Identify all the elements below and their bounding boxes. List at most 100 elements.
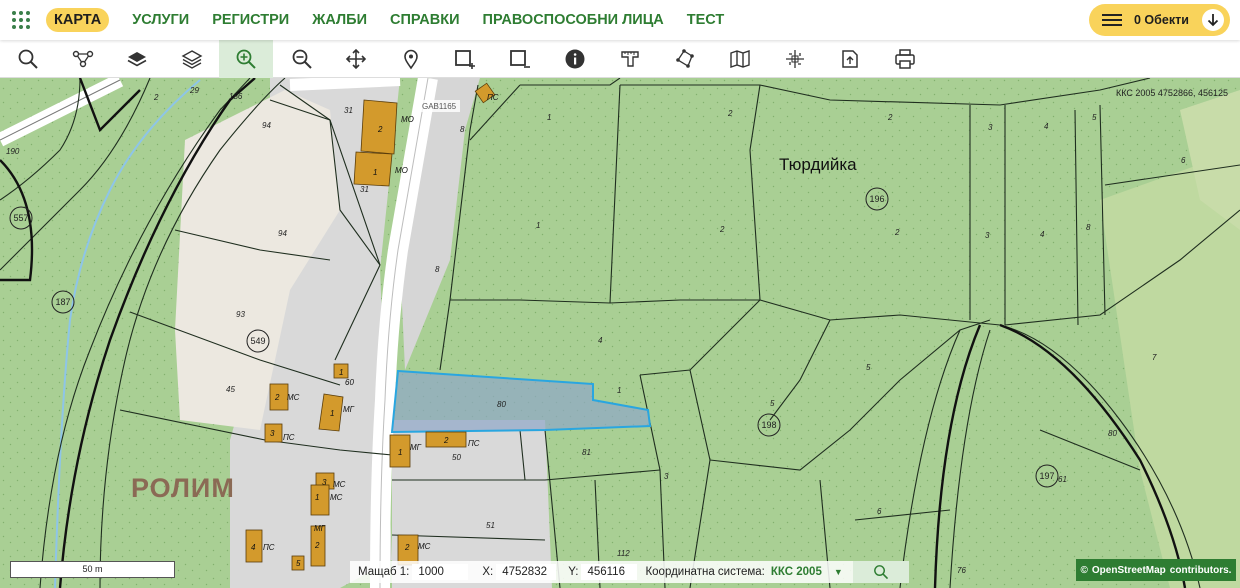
svg-text:2: 2 [894,228,900,237]
circled-label: 549 [250,336,265,346]
select-add-icon [455,50,475,69]
svg-text:ПС: ПС [487,93,499,102]
svg-text:8: 8 [460,125,465,134]
pan-tool[interactable] [329,40,383,78]
print-tool[interactable] [878,40,932,78]
search-icon [873,565,888,580]
svg-text:2: 2 [377,125,383,134]
status-bar: Мащаб 1: 1000 X: 4752832 Y: 456116 Коорд… [350,561,909,583]
svg-text:МГ: МГ [343,405,355,414]
search-tool[interactable] [1,40,55,78]
svg-text:5: 5 [770,399,775,408]
svg-text:8: 8 [1086,223,1091,232]
x-label: X: [482,566,494,578]
svg-text:6: 6 [877,507,882,516]
svg-text:1: 1 [547,113,551,122]
svg-text:МО: МО [395,166,408,175]
svg-text:5: 5 [1092,113,1097,122]
svg-text:31: 31 [360,185,369,194]
measure-tool[interactable] [603,40,657,78]
crosshair-tool[interactable] [768,40,822,78]
svg-text:2: 2 [727,109,733,118]
polygon-tool[interactable] [658,40,712,78]
svg-text:1: 1 [339,368,343,377]
nav-services[interactable]: УСЛУГИ [132,12,189,28]
svg-text:2: 2 [274,393,280,402]
dropdown-caret-icon[interactable]: ▼ [834,567,843,577]
osm-attribution[interactable]: © OpenStreetMap contributors. [1076,559,1236,581]
nav-test[interactable]: ТЕСТ [687,12,725,28]
crosshair-icon [786,50,804,68]
nav-complaints[interactable]: ЖАЛБИ [312,12,367,28]
svg-text:3: 3 [322,478,327,487]
svg-text:5: 5 [296,559,301,568]
circled-label: 196 [869,194,884,204]
svg-text:76: 76 [957,566,966,575]
circled-label: 198 [761,420,776,430]
zoom-out-icon [292,49,312,69]
route-tool[interactable] [56,40,110,78]
circled-label: 197 [1039,471,1054,481]
coordinate-search-button[interactable] [852,561,909,583]
nav-legal-persons[interactable]: ПРАВОСПОСОБНИ ЛИЦА [483,12,664,28]
coordinate-system-label: Координатна система: [645,566,765,578]
layers-stack-tool[interactable] [165,40,219,78]
nav-registers[interactable]: РЕГИСТРИ [212,12,289,28]
select-add-tool[interactable] [438,40,492,78]
info-tool[interactable] [548,40,602,78]
pan-icon [345,48,367,70]
map-icon [730,50,750,68]
nav-map[interactable]: КАРТА [46,8,110,32]
download-arrow-icon[interactable] [1202,9,1224,31]
svg-text:2: 2 [314,541,320,550]
zoom-out-tool[interactable] [275,40,329,78]
svg-text:МГ: МГ [314,524,326,533]
scale-label: Мащаб 1: [358,566,410,578]
svg-text:81: 81 [582,448,591,457]
x-coordinate-field[interactable]: 4752832 [496,564,557,580]
svg-text:45: 45 [226,385,235,394]
y-label: Y: [568,566,579,578]
scale-input[interactable]: 1000 [412,564,469,580]
map-canvas[interactable]: 21 МО МО ПС 1 60 2 МС 1 МГ 3 ПС 1 МГ 2 ПС 3 МС 1… [0,78,1240,588]
svg-text:60: 60 [345,378,354,387]
place-label-tyurdiyka: Тюрдийка [779,155,857,174]
svg-text:80: 80 [1108,429,1117,438]
select-remove-tool[interactable] [493,40,547,78]
place-label-rolim: РОЛИМ [131,473,235,503]
svg-text:МГ: МГ [410,443,422,452]
layers-tool[interactable] [110,40,164,78]
svg-text:5: 5 [866,363,871,372]
svg-text:31: 31 [344,106,353,115]
svg-text:4: 4 [598,336,603,345]
nav-reports[interactable]: СПРАВКИ [390,12,460,28]
svg-text:МО: МО [401,115,414,124]
zoom-in-tool[interactable] [219,40,273,78]
export-tool[interactable] [823,40,877,78]
svg-text:7: 7 [1152,353,1157,362]
svg-text:112: 112 [617,549,630,558]
pin-tool[interactable] [384,40,438,78]
y-coordinate-field[interactable]: 456116 [581,564,638,580]
svg-text:93: 93 [236,310,245,319]
export-icon [842,50,858,68]
svg-text:61: 61 [1058,475,1067,484]
measure-icon [621,51,639,67]
svg-text:80: 80 [497,400,506,409]
svg-text:50: 50 [452,453,461,462]
menu-icon [1102,11,1122,29]
pin-icon [404,49,418,70]
svg-text:29: 29 [189,86,199,95]
coordinate-system-select[interactable]: ККС 2005 [771,566,822,578]
svg-text:6: 6 [1181,156,1186,165]
svg-text:1: 1 [330,409,334,418]
zoom-in-icon [236,49,256,69]
map-toolbar [0,40,1240,78]
print-icon [895,49,915,69]
circled-label: 187 [55,297,70,307]
svg-text:2: 2 [719,225,725,234]
apps-grid-icon[interactable] [10,9,32,31]
map-view-tool[interactable] [713,40,767,78]
svg-text:2: 2 [443,436,449,445]
objects-button[interactable]: 0 Обекти [1089,4,1230,36]
